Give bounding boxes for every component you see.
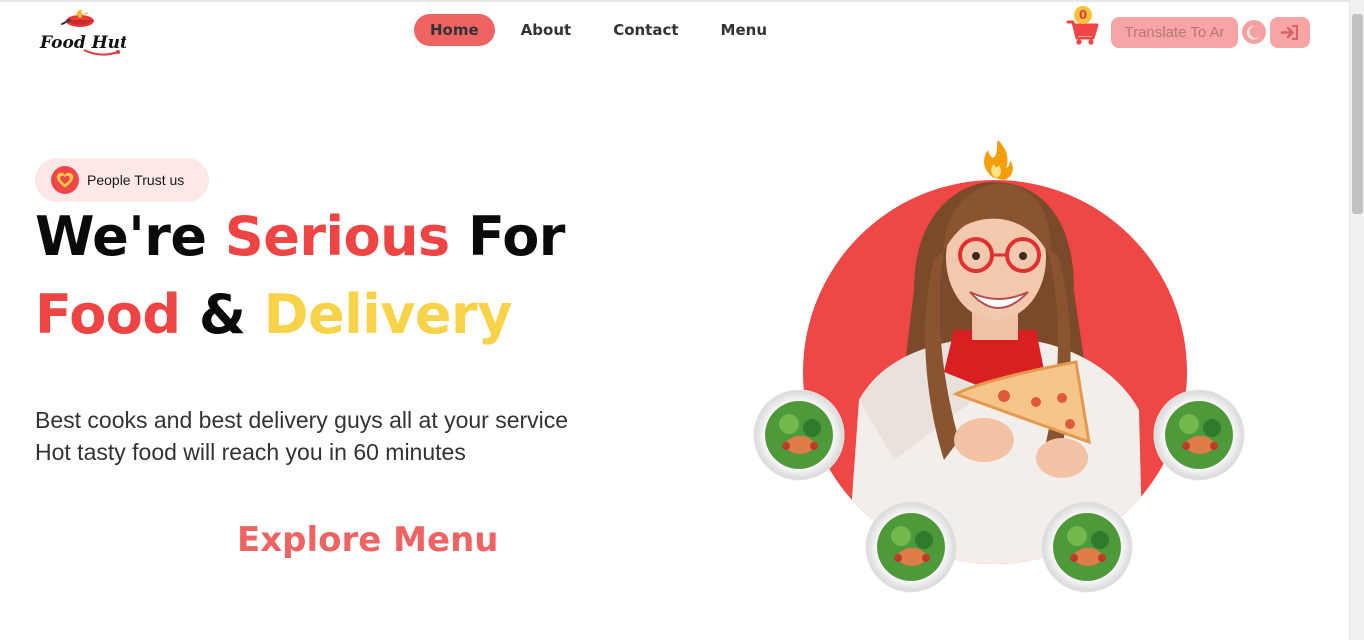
page-scrollbar[interactable]	[1349, 0, 1364, 640]
headline-ampersand: &	[180, 283, 264, 346]
sign-in-icon	[1280, 24, 1299, 41]
logo-graphic: Food Hut	[39, 9, 128, 56]
translate-button[interactable]: Translate To Ar	[1111, 17, 1238, 48]
hero-illustration	[744, 140, 1264, 610]
hero-description: Best cooks and best delivery guys all at…	[35, 404, 568, 468]
main-nav: Home About Contact Menu	[414, 14, 783, 46]
headline-highlight-delivery: Delivery	[263, 283, 513, 346]
heart-icon	[51, 166, 79, 194]
salad-plate-image	[1153, 389, 1245, 481]
description-line-1: Best cooks and best delivery guys all at…	[35, 407, 569, 433]
login-button[interactable]	[1270, 17, 1310, 48]
hero-headline: We're Serious For Food & Delivery	[35, 198, 565, 354]
moon-icon	[1246, 25, 1260, 40]
cart-count-badge: 0	[1074, 6, 1092, 24]
headline-word: For	[449, 205, 565, 268]
trust-badge-label: People Trust us	[87, 172, 185, 188]
dark-mode-toggle[interactable]	[1242, 20, 1266, 44]
scrollbar-thumb[interactable]	[1352, 14, 1363, 214]
salad-plate-image	[865, 501, 957, 593]
top-divider	[0, 0, 1364, 2]
food-hut-logo[interactable]: Food Hut	[36, 6, 128, 60]
salad-plate-image	[753, 389, 845, 481]
svg-text:Food Hut: Food Hut	[39, 33, 126, 53]
headline-highlight-food: Food	[35, 283, 181, 346]
explore-menu-button[interactable]: Explore Menu	[237, 520, 498, 560]
nav-contact[interactable]: Contact	[597, 14, 694, 46]
nav-menu[interactable]: Menu	[705, 14, 783, 46]
fire-icon	[984, 140, 1013, 180]
headline-line-1: We're Serious For	[35, 198, 565, 276]
nav-about[interactable]: About	[505, 14, 588, 46]
headline-highlight-serious: Serious	[224, 205, 450, 268]
headline-line-2: Food & Delivery	[35, 276, 565, 354]
salad-plate-image	[1041, 501, 1133, 593]
trust-badge: People Trust us	[35, 158, 209, 202]
cart-button[interactable]: 0	[1066, 6, 1100, 46]
headline-word: We're	[35, 205, 225, 268]
description-line-2: Hot tasty food will reach you in 60 minu…	[35, 439, 466, 465]
nav-home[interactable]: Home	[414, 14, 495, 46]
